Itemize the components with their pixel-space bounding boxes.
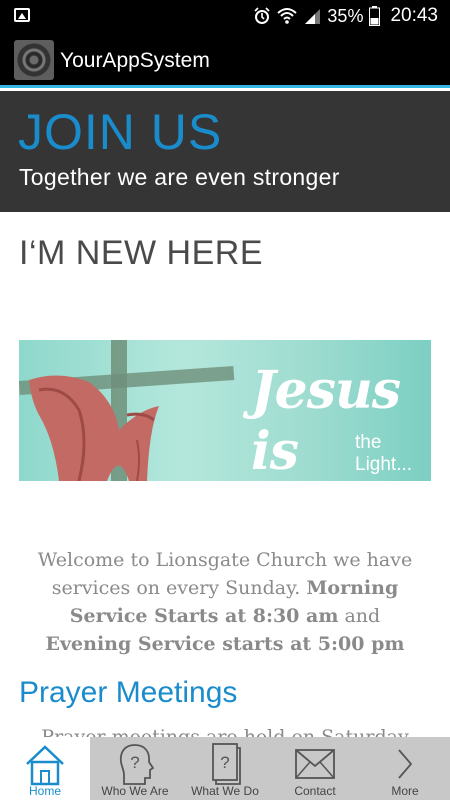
- app-title: YourAppSystem: [60, 49, 210, 72]
- welcome-bold-fragment: Service Starts at 8:30 am: [69, 605, 339, 627]
- gallery-notification-icon: [14, 8, 30, 22]
- app-bar: YourAppSystem: [0, 32, 450, 88]
- banner-tagline: the Light...: [355, 432, 413, 475]
- app-logo[interactable]: [14, 40, 54, 80]
- nav-label: Home: [28, 784, 61, 798]
- clock: 20:43: [390, 5, 438, 26]
- nav-item-who-we-are[interactable]: ? Who We Are: [90, 737, 180, 800]
- signal-icon: [305, 9, 321, 24]
- wifi-icon: [277, 8, 298, 24]
- jesus-light-image: Jesus is the Light...: [19, 340, 431, 481]
- nav-item-contact[interactable]: Contact: [270, 737, 360, 800]
- status-indicators: 35% 20:43: [253, 0, 438, 32]
- nav-item-what-we-do[interactable]: ? What We Do: [180, 737, 270, 800]
- welcome-line: Welcome to Lionsgate Church we have: [37, 549, 413, 571]
- alarm-icon: [254, 7, 270, 24]
- nav-label: More: [391, 784, 419, 798]
- nav-item-home[interactable]: Home: [0, 737, 90, 800]
- battery-percentage: 35%: [327, 5, 364, 26]
- question-head-icon: ?: [119, 744, 155, 785]
- welcome-fragment: and: [344, 605, 381, 627]
- svg-text:?: ?: [130, 753, 139, 772]
- nav-label: Contact: [294, 784, 336, 798]
- welcome-line: Service Starts at 8:30 am and: [0, 602, 450, 630]
- question-book-icon: ?: [212, 743, 241, 785]
- welcome-line: services on every Sunday. Morning: [0, 574, 450, 602]
- hero-subtitle: Together we are even stronger: [19, 164, 340, 190]
- hero-banner: JOIN US Together we are even stronger: [0, 91, 450, 212]
- nav-label: Who We Are: [101, 784, 169, 798]
- section-heading: Prayer Meetings: [19, 676, 238, 709]
- nav-item-more[interactable]: More: [360, 737, 450, 800]
- welcome-line: Evening Service starts at 5:00 pm: [0, 630, 450, 658]
- welcome-bold-fragment: Evening Service starts at 5:00 pm: [45, 633, 405, 655]
- nav-label: What We Do: [191, 784, 259, 798]
- home-icon: [26, 745, 64, 786]
- welcome-fragment: services on every Sunday.: [51, 577, 301, 599]
- envelope-icon: [295, 749, 335, 779]
- battery-icon: [369, 6, 381, 26]
- status-bar: 35% 20:43: [0, 0, 450, 32]
- welcome-bold-fragment: Morning: [306, 577, 399, 599]
- welcome-text: Welcome to Lionsgate Church we have serv…: [0, 546, 450, 658]
- bottom-navigation: Home ? Who We Are ? What We Do Contact M…: [0, 737, 450, 800]
- page-heading: I‘M NEW HERE: [19, 234, 263, 272]
- hero-title: JOIN US: [18, 104, 223, 160]
- svg-text:?: ?: [220, 753, 229, 772]
- chevron-right-icon: [398, 749, 413, 779]
